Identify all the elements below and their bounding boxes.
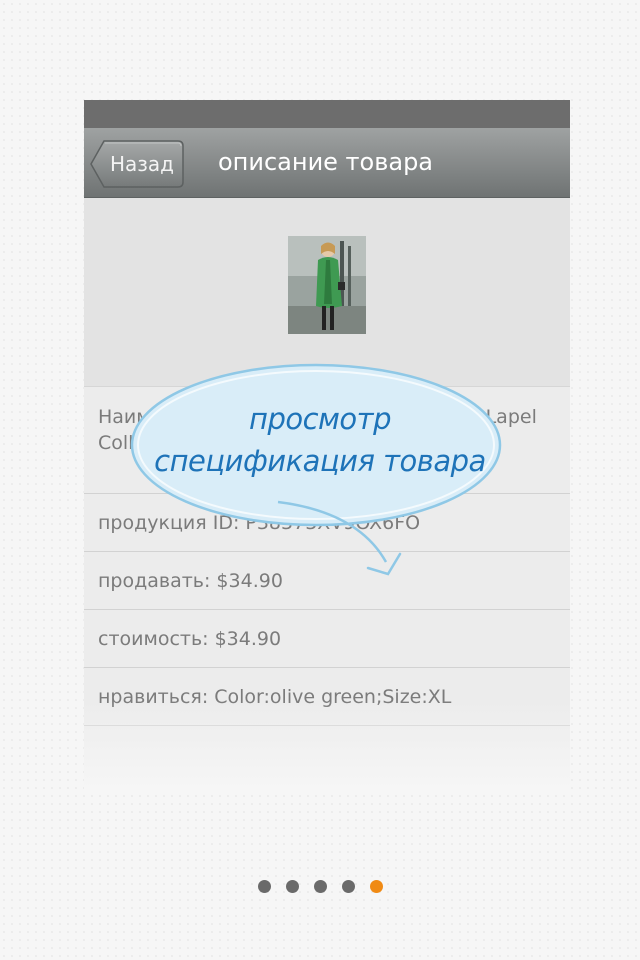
page-dot-4[interactable] [341, 880, 355, 893]
product-photo-icon [288, 236, 366, 334]
page-title: описание товара [218, 148, 434, 176]
bottom-fade [84, 700, 570, 790]
page-dot-5-active[interactable] [369, 880, 383, 893]
back-button-label: Назад [109, 152, 174, 176]
product-image-area [84, 198, 570, 387]
page-indicator [0, 880, 640, 894]
spec-row-cost: стоимость: $34.90 [84, 610, 570, 668]
status-bar [84, 100, 570, 128]
back-button[interactable]: Назад [90, 140, 184, 188]
page-dot-3[interactable] [313, 880, 327, 893]
product-image[interactable] [288, 236, 366, 334]
callout-line-1: просмотр [249, 402, 391, 436]
callout-text: просмотр спецификация товара [130, 398, 510, 482]
page-dot-1[interactable] [257, 880, 271, 893]
callout-line-2: спецификация товара [154, 444, 486, 478]
title-bar: Назад описание товара [84, 128, 570, 198]
page-dot-2[interactable] [285, 880, 299, 893]
